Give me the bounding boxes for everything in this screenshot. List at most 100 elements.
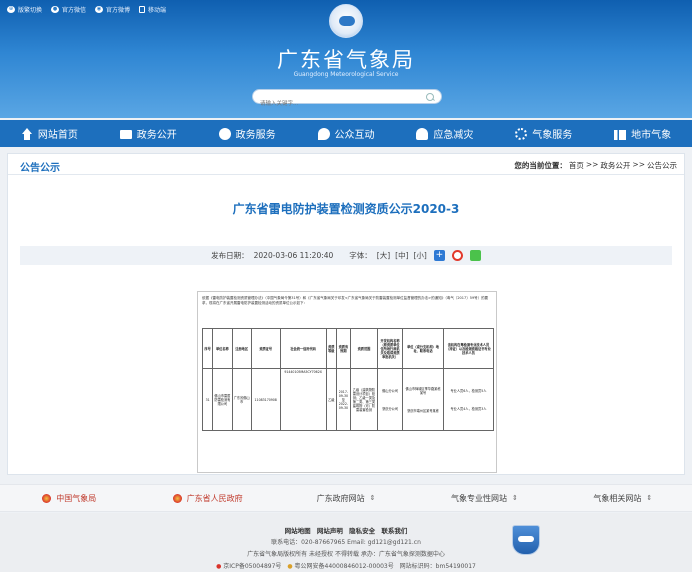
breadcrumb-item-government-affairs[interactable]: 政务公开 [600,160,630,171]
site-subtitle: Guangdong Meteorological Service [293,71,399,78]
nav-item-government-affairs[interactable]: 政务公开 [99,120,198,147]
nav-item-weather-services[interactable]: 气象服务 [494,120,593,147]
nav-item-government-services[interactable]: 政务服务 [198,120,297,147]
table-cell-level: 乙级 [325,368,337,431]
updown-arrow-icon: ⇕ [511,494,518,502]
nav-item-label: 网站首页 [37,130,78,141]
nav-item-public-interaction[interactable]: 公众互动 [297,120,396,147]
breadcrumb: 您的当前位置： 首页 >> 政务公开 >> 公告公示 [514,160,677,171]
top-link-mobile[interactable]: 移动端 [139,5,166,14]
government-site-badge[interactable] [512,525,540,555]
publish-date-label: 发布日期： [211,251,249,260]
nav-item-label: 公众互动 [334,130,375,141]
search-box [252,89,442,111]
table-header: 资质等级 [325,328,337,369]
nav-item-label: 气象服务 [532,130,573,141]
breadcrumb-label: 您的当前位置： [514,161,567,170]
footer-link-gd-government[interactable]: 广东省人民政府 [138,493,276,504]
footer-nav: 网站地图 网站声明 隐私安全 联系我们 [0,525,692,535]
table-header: 单位（或分支机构）地址、联系电话 [402,328,444,369]
table-cell-scope: 乙级（建筑物防雷设计项目）检测；乙级一类及第二类、第三类建筑物（可）防雷装置检测 [349,368,379,431]
publish-date: 2020-03-06 11:20:40 [253,251,334,260]
bell-icon [416,127,429,140]
staff-a: 专业人员6人，检测员5人 [450,388,487,393]
footer-link-cma[interactable]: 中国气象局 [0,493,138,504]
table-cell-credit: 91440105MA5CY7062X [279,368,327,431]
share-wechat-icon[interactable] [469,250,481,261]
footer-nav-statement[interactable]: 网站声明 [317,527,343,535]
accessibility-icon: ⊕ [7,6,15,13]
site-footer: 网站地图 网站声明 隐私安全 联系我们 联系电话：020-87667965 Em… [0,513,692,572]
table-header: 该机构在粤检测专业技术人员（持证）以及检测资格证书专业技术人员 [442,328,495,369]
document-intro: 依据《雷电防护装置检测资质管理办法》（中国气象局令第31号）和《广东省气象局关于… [202,296,489,305]
icp-number[interactable]: 京ICP备05004897号 [223,563,281,570]
nav-item-city-weather[interactable]: 地市气象 [593,120,692,147]
table-cell-name: 佛山市雷盾防雷检测有限公司 [212,368,233,431]
search-icon[interactable] [425,92,435,102]
table-header: 资质有效期 [335,328,351,369]
weibo-icon: ◉ [95,6,104,13]
top-links: ⊕ 版繁切换 ● 官方微信 ◉ 官方微博 移动端 [7,5,166,14]
nav-item-disaster-reduction[interactable]: 应急减灾 [395,120,494,147]
top-link-weibo[interactable]: ◉ 官方微博 [95,5,130,14]
nav-item-home[interactable]: 网站首页 [0,120,99,147]
search-input[interactable] [253,97,413,111]
top-link-label: 官方微博 [106,7,131,14]
table-header: 社会统一信用代码 [279,328,327,369]
footer-link-bar: 中国气象局 广东省人民政府 广东政府网站 ⇕ 气象专业性网站 ⇕ 气象相关网站 … [0,484,692,512]
footer-nav-contact[interactable]: 联系我们 [381,527,407,535]
share-more-icon[interactable]: + [433,250,445,261]
font-size-label: 字体： [349,251,372,260]
chat-icon [317,127,330,140]
qualification-table: 序号 单位名称 注册地区 资质证号 社会统一信用代码 资质等级 资质有效期 资质… [201,328,495,431]
table-header-row: 序号 单位名称 注册地区 资质证号 社会统一信用代码 资质等级 资质有效期 资质… [201,328,495,369]
footer-dropdown-gd-gov-sites[interactable]: 广东政府网站 ⇕ [277,493,415,504]
footer-dropdown-related-sites[interactable]: 气象相关网站 ⇕ [554,493,692,504]
font-size-medium-button[interactable]: [中] [395,250,408,261]
footer-contact: 联系电话：020-87667965 Email: gd121@gd121.cn [271,539,421,546]
table-cell-region: 广东省佛山市 [231,368,252,431]
weather-icon [515,127,528,140]
mobile-icon [139,6,146,13]
top-link-wechat[interactable]: ● 官方微信 [51,5,86,14]
wechat-icon: ● [51,6,60,13]
footer-link-label: 广东省人民政府 [186,493,243,503]
table-row: 31 佛山市雷盾防雷检测有限公司 广东省佛山市 11083170908 9144… [201,368,495,431]
table-header: 注册地区 [231,328,252,369]
section-title: 公告公示 [20,163,60,174]
footer-nav-privacy[interactable]: 隐私安全 [349,527,375,535]
nav-item-label: 应急减灾 [433,130,474,141]
gov-icon [172,493,182,503]
footer-nav-sitemap[interactable]: 网站地图 [285,527,311,535]
home-icon [21,127,33,140]
breadcrumb-item-home[interactable]: 首页 [569,160,584,171]
content-panel: 公告公示 您的当前位置： 首页 >> 政务公开 >> 公告公示 广东省雷电防护装… [7,153,685,475]
city-icon [614,129,627,140]
police-record[interactable]: 粤公网安备44000846012-00003号 [295,563,394,570]
nav-item-label: 政务公开 [136,130,177,141]
staff-b: 专业人员4人，检测员3人 [450,406,487,411]
main-nav: 网站首页 政务公开 政务服务 公众互动 应急减灾 气象服务 地市气象 [0,120,692,147]
table-cell-address: 佛山市禅城区季华路某栋某号 肇庆市端州区某号某栋 [402,368,444,431]
breadcrumb-item-announcements[interactable]: 公告公示 [647,160,677,171]
font-size-large-button[interactable]: [大] [377,250,390,261]
share-weibo-icon[interactable] [451,250,463,261]
announcement-document-image: 依据《雷电防护装置检测资质管理办法》（中国气象局令第31号）和《广东省气象局关于… [197,291,497,473]
footer-link-label: 中国气象局 [56,493,97,503]
cma-logo[interactable] [329,4,363,38]
updown-arrow-icon: ⇕ [646,494,653,502]
site-header: ⊕ 版繁切换 ● 官方微信 ◉ 官方微博 移动端 广东省气象局 Guangdon… [0,0,692,118]
article-meta-bar: 发布日期： 2020-03-06 11:20:40 字体： [大] [中] [小… [20,246,672,265]
top-link-label: 版繁切换 [18,7,43,14]
mail-icon [119,130,132,139]
font-size-small-button[interactable]: [小] [414,250,427,261]
footer-dropdown-meteorology-sites[interactable]: 气象专业性网站 ⇕ [415,493,553,504]
nav-item-label: 政务服务 [235,130,276,141]
table-header: 资质范围 [349,328,379,369]
top-link-simplified-traditional[interactable]: ⊕ 版繁切换 [7,5,42,14]
table-cell-cert: 11083170908 [250,368,281,431]
table-cell-no: 31 [201,368,214,431]
footer-link-label: 气象专业性网站 [450,493,507,503]
section-header: 公告公示 您的当前位置： 首页 >> 政务公开 >> 公告公示 [8,154,684,175]
address-b: 肇庆市端州区某号某栋 [407,408,439,413]
